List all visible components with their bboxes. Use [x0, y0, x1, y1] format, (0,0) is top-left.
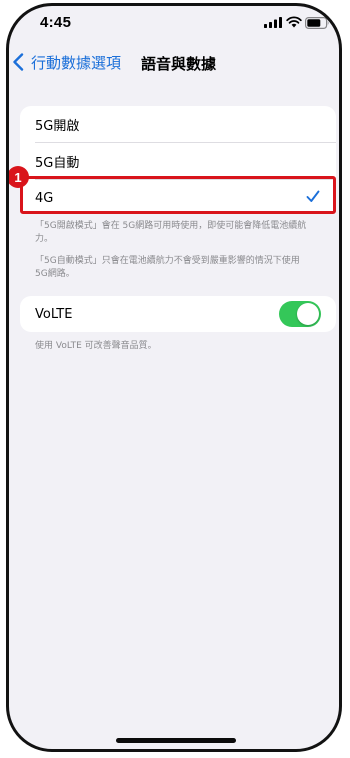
wifi-icon — [286, 16, 302, 28]
option-label: 5G自動 — [35, 155, 80, 171]
footnote-5g-on: 「5G開啟模式」會在 5G網路可用時使用，即使可能會降低電池續航力。 — [35, 221, 307, 244]
footnote-5g-auto: 「5G自動模式」只會在電池續航力不會受到嚴重影響的情況下使用 5G網路。 — [35, 256, 300, 279]
back-button[interactable]: 行動數據選項 — [12, 49, 121, 75]
status-time: 4:45 — [40, 14, 72, 31]
volte-group: VoLTE — [20, 296, 336, 332]
phone-frame: 4:45 行動數據選項 語音與數據 5G開啟 5G自動 4G 1 「5G開啟模式… — [6, 3, 342, 752]
page-title: 語音與數據 — [141, 55, 217, 73]
home-indicator[interactable] — [116, 738, 236, 743]
option-label: 5G開啟 — [35, 118, 80, 134]
step-number-badge: 1 — [9, 166, 29, 188]
battery-icon — [305, 17, 329, 29]
status-bar: 4:45 — [9, 6, 339, 46]
option-5g-auto[interactable]: 5G自動 — [20, 143, 336, 179]
toggle-knob — [297, 303, 319, 325]
signal-icon — [264, 17, 282, 28]
volte-toggle[interactable] — [279, 301, 321, 327]
back-button-label: 行動數據選項 — [31, 53, 122, 72]
annotation-highlight-box — [20, 176, 336, 214]
navigation-bar: 行動數據選項 語音與數據 — [9, 47, 339, 81]
footnote-volte: 使用 VoLTE 可改善聲音品質。 — [35, 341, 157, 351]
volte-label: VoLTE — [35, 306, 73, 322]
chevron-left-icon — [13, 53, 24, 71]
option-5g-on[interactable]: 5G開啟 — [20, 106, 336, 142]
